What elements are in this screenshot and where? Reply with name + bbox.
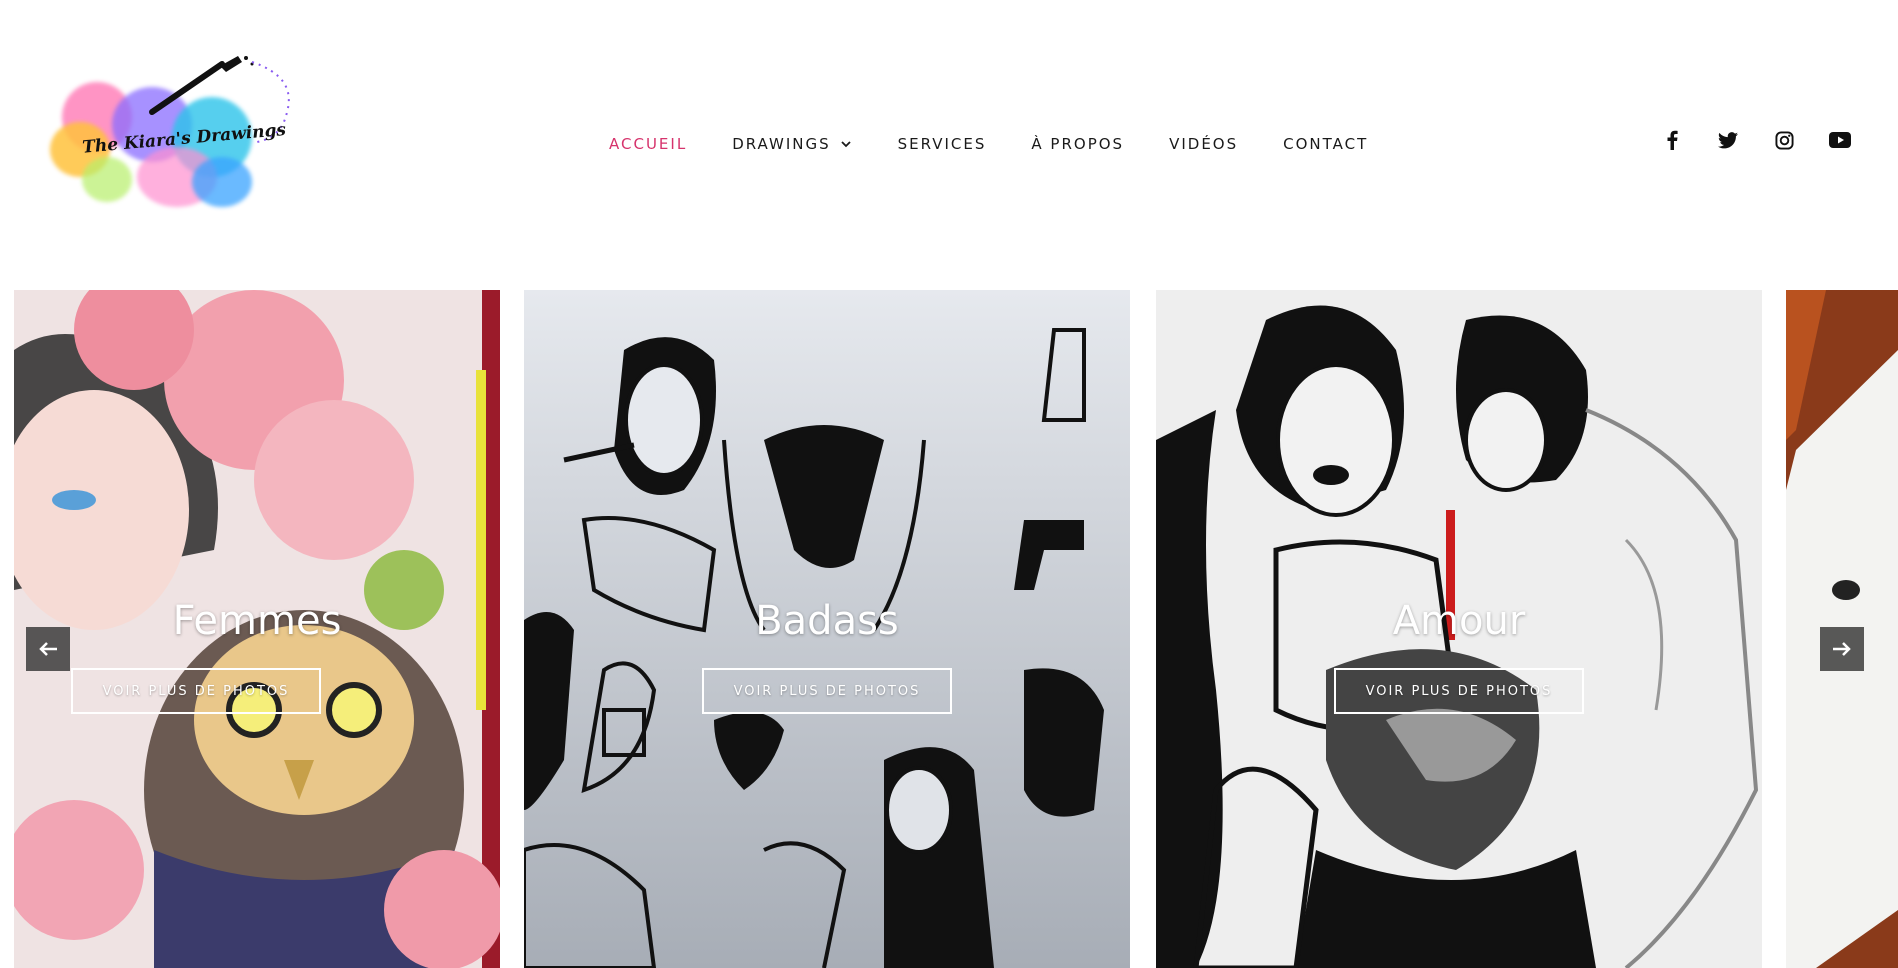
nav-label: DRAWINGS <box>732 135 831 153</box>
carousel-slide[interactable]: Amour VOIR PLUS DE PHOTOS <box>1156 290 1762 968</box>
slide-title: Femmes <box>172 598 342 644</box>
view-more-photos-button[interactable]: VOIR PLUS DE PHOTOS <box>71 668 321 714</box>
main-nav: ACCUEIL DRAWINGS SERVICES À PROPOS VIDÉO… <box>609 132 1413 156</box>
view-more-photos-button[interactable]: VOIR PLUS DE PHOTOS <box>702 668 952 714</box>
nav-label: VIDÉOS <box>1169 135 1239 153</box>
arrow-left-icon <box>39 642 57 656</box>
facebook-icon[interactable] <box>1660 128 1684 152</box>
site-logo[interactable]: The Kiara's Drawings <box>22 52 312 212</box>
carousel-prev-button[interactable] <box>26 627 70 671</box>
nav-item-services[interactable]: SERVICES <box>898 135 987 153</box>
paintbrush-icon <box>149 56 254 115</box>
carousel-next-button[interactable] <box>1820 627 1864 671</box>
nav-item-drawings[interactable]: DRAWINGS <box>732 135 852 153</box>
nav-item-accueil[interactable]: ACCUEIL <box>609 135 687 153</box>
arrow-right-icon <box>1833 642 1851 656</box>
youtube-icon[interactable] <box>1828 128 1852 152</box>
nav-item-contact[interactable]: CONTACT <box>1283 135 1368 153</box>
nav-item-a-propos[interactable]: À PROPOS <box>1031 135 1124 153</box>
category-carousel: Femmes VOIR PLUS DE PHOTOS Badass VOIR P… <box>0 290 1898 968</box>
nav-item-videos[interactable]: VIDÉOS <box>1169 135 1238 153</box>
view-more-photos-button[interactable]: VOIR PLUS DE PHOTOS <box>1334 668 1584 714</box>
site-header: The Kiara's Drawings ACCUEIL DRAWINGS SE… <box>0 0 1898 290</box>
social-links <box>1660 128 1884 152</box>
chevron-down-icon <box>840 141 851 148</box>
slide-title: Badass <box>755 598 899 644</box>
carousel-slide[interactable]: Badass VOIR PLUS DE PHOTOS <box>524 290 1130 968</box>
instagram-icon[interactable] <box>1772 128 1796 152</box>
twitter-icon[interactable] <box>1716 128 1740 152</box>
carousel-slide[interactable]: Femmes VOIR PLUS DE PHOTOS <box>14 290 500 968</box>
nav-label: SERVICES <box>897 135 987 153</box>
nav-label: À PROPOS <box>1031 135 1125 153</box>
nav-label: CONTACT <box>1283 135 1369 153</box>
nav-label: ACCUEIL <box>609 135 688 153</box>
slide-title: Amour <box>1392 598 1526 644</box>
